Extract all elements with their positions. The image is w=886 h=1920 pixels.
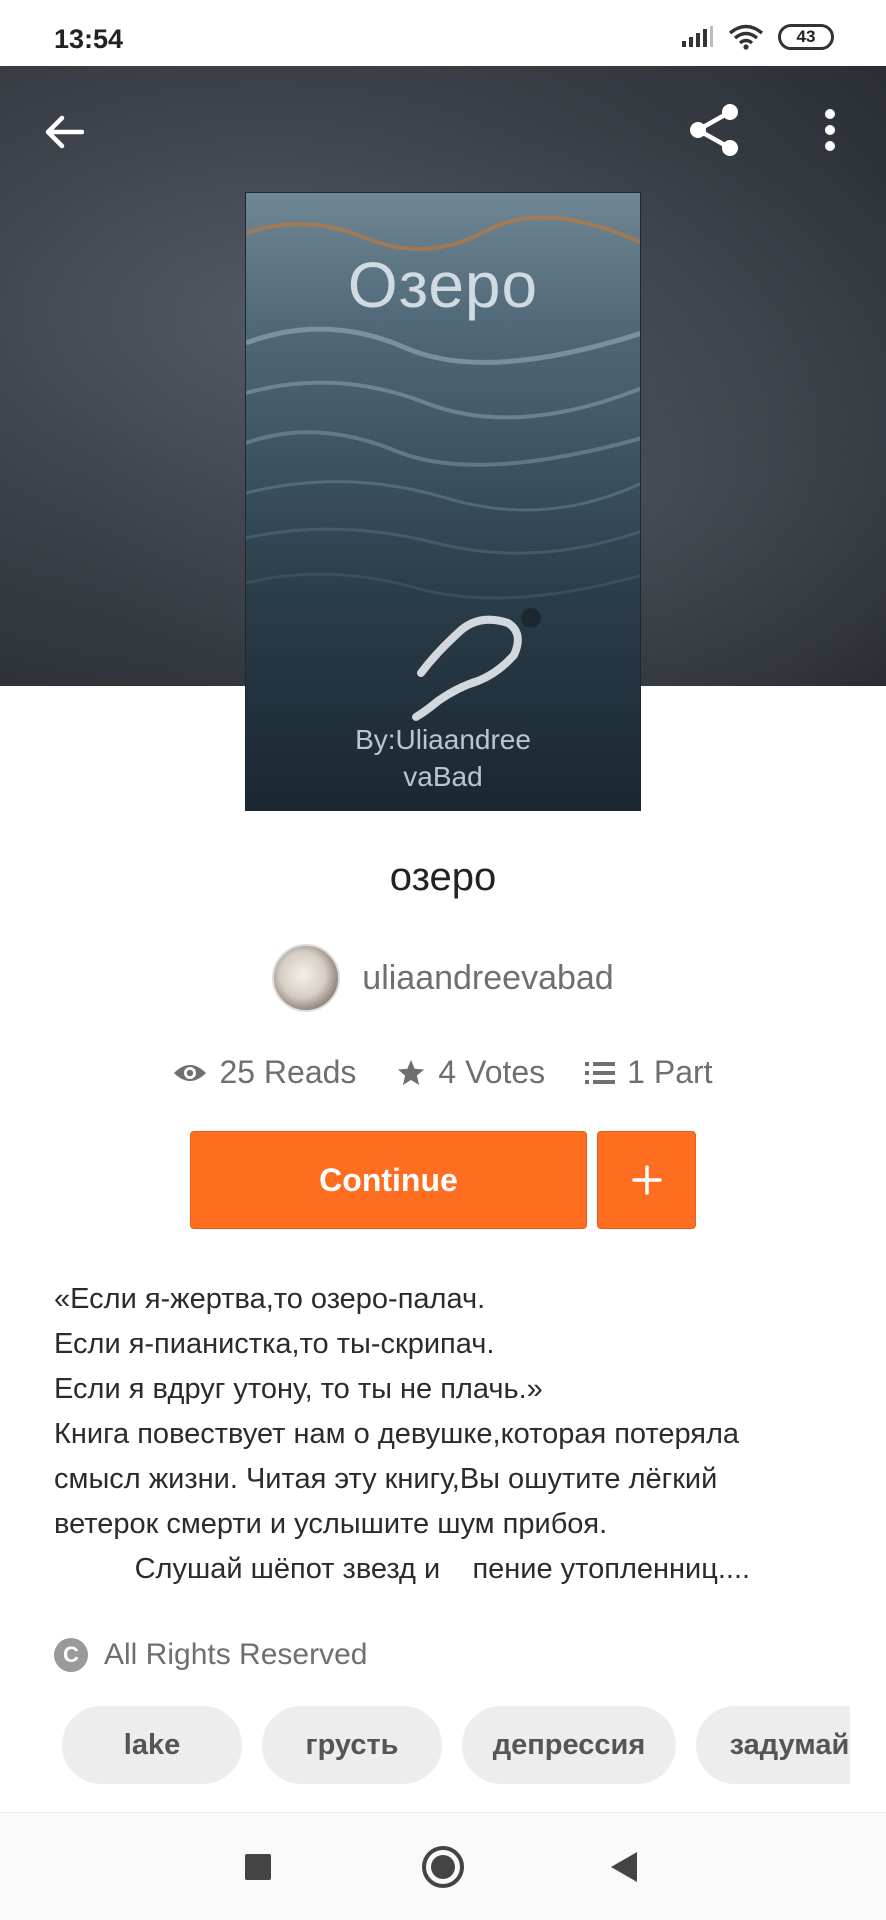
cover-title: Озеро (347, 249, 539, 321)
arrow-left-icon (45, 115, 84, 149)
tag-chip[interactable]: грусть (262, 1706, 442, 1784)
tag-chip[interactable]: задумайся (696, 1706, 850, 1784)
author-name[interactable]: uliaandreevabad (362, 959, 613, 998)
share-icon (690, 104, 738, 156)
cover-author-line2: vaBad (403, 761, 483, 792)
author-row[interactable]: uliaandreevabad (0, 944, 886, 1012)
cover-author-line1: By:Uliaandree (355, 724, 531, 755)
copyright-text: All Rights Reserved (104, 1638, 368, 1671)
circle-icon (422, 1846, 464, 1888)
more-vertical-icon (825, 109, 835, 151)
reads-stat: 25 Reads (173, 1054, 356, 1091)
status-icons: 43 (680, 24, 834, 50)
eye-icon (174, 1064, 207, 1081)
signal-icon (682, 26, 713, 47)
votes-stat: 4 Votes (396, 1054, 545, 1091)
votes-count: 4 Votes (438, 1054, 546, 1090)
copyright-row: C All Rights Reserved (54, 1638, 367, 1672)
wifi-icon (728, 24, 764, 50)
continue-label: Continue (319, 1161, 458, 1198)
copyright-icon: C (54, 1638, 88, 1672)
back-button[interactable] (28, 96, 100, 168)
add-to-library-button[interactable] (597, 1131, 696, 1229)
home-button[interactable] (393, 1813, 493, 1920)
parts-count: 1 Part (627, 1054, 713, 1090)
reads-count: 25 Reads (219, 1054, 357, 1090)
book-cover[interactable]: Озеро By:Uliaandree vaBad (245, 192, 641, 811)
square-icon (245, 1854, 271, 1880)
star-icon (398, 1059, 425, 1085)
tag-chip[interactable]: депрессия (462, 1706, 676, 1784)
list-icon (585, 1061, 616, 1084)
cover-author: By:Uliaandree vaBad (246, 721, 640, 795)
tag-chip[interactable]: lake (62, 1706, 242, 1784)
battery-level: 43 (796, 27, 816, 46)
status-bar: 13:54 43 (0, 0, 886, 66)
share-button[interactable] (678, 94, 750, 166)
book-title: озеро (389, 855, 497, 899)
triangle-back-icon (611, 1852, 637, 1882)
story-description: «Если я-жертва,то озеро-палач. Если я-пи… (54, 1283, 751, 1585)
author-avatar[interactable] (272, 944, 341, 1012)
more-options-button[interactable] (800, 94, 860, 166)
system-back-button[interactable] (574, 1813, 674, 1920)
story-stats: 25 Reads 4 Votes 1 Part (0, 1054, 886, 1091)
recents-button[interactable] (208, 1813, 308, 1920)
system-nav-bar (0, 1812, 886, 1920)
battery-indicator: 43 (778, 24, 834, 50)
parts-stat: 1 Part (585, 1054, 713, 1091)
continue-reading-button[interactable]: Continue (190, 1131, 587, 1229)
status-time: 13:54 (54, 24, 124, 54)
plus-icon (631, 1165, 662, 1195)
tag-list: lake грусть депрессия задумайся (62, 1706, 850, 1784)
